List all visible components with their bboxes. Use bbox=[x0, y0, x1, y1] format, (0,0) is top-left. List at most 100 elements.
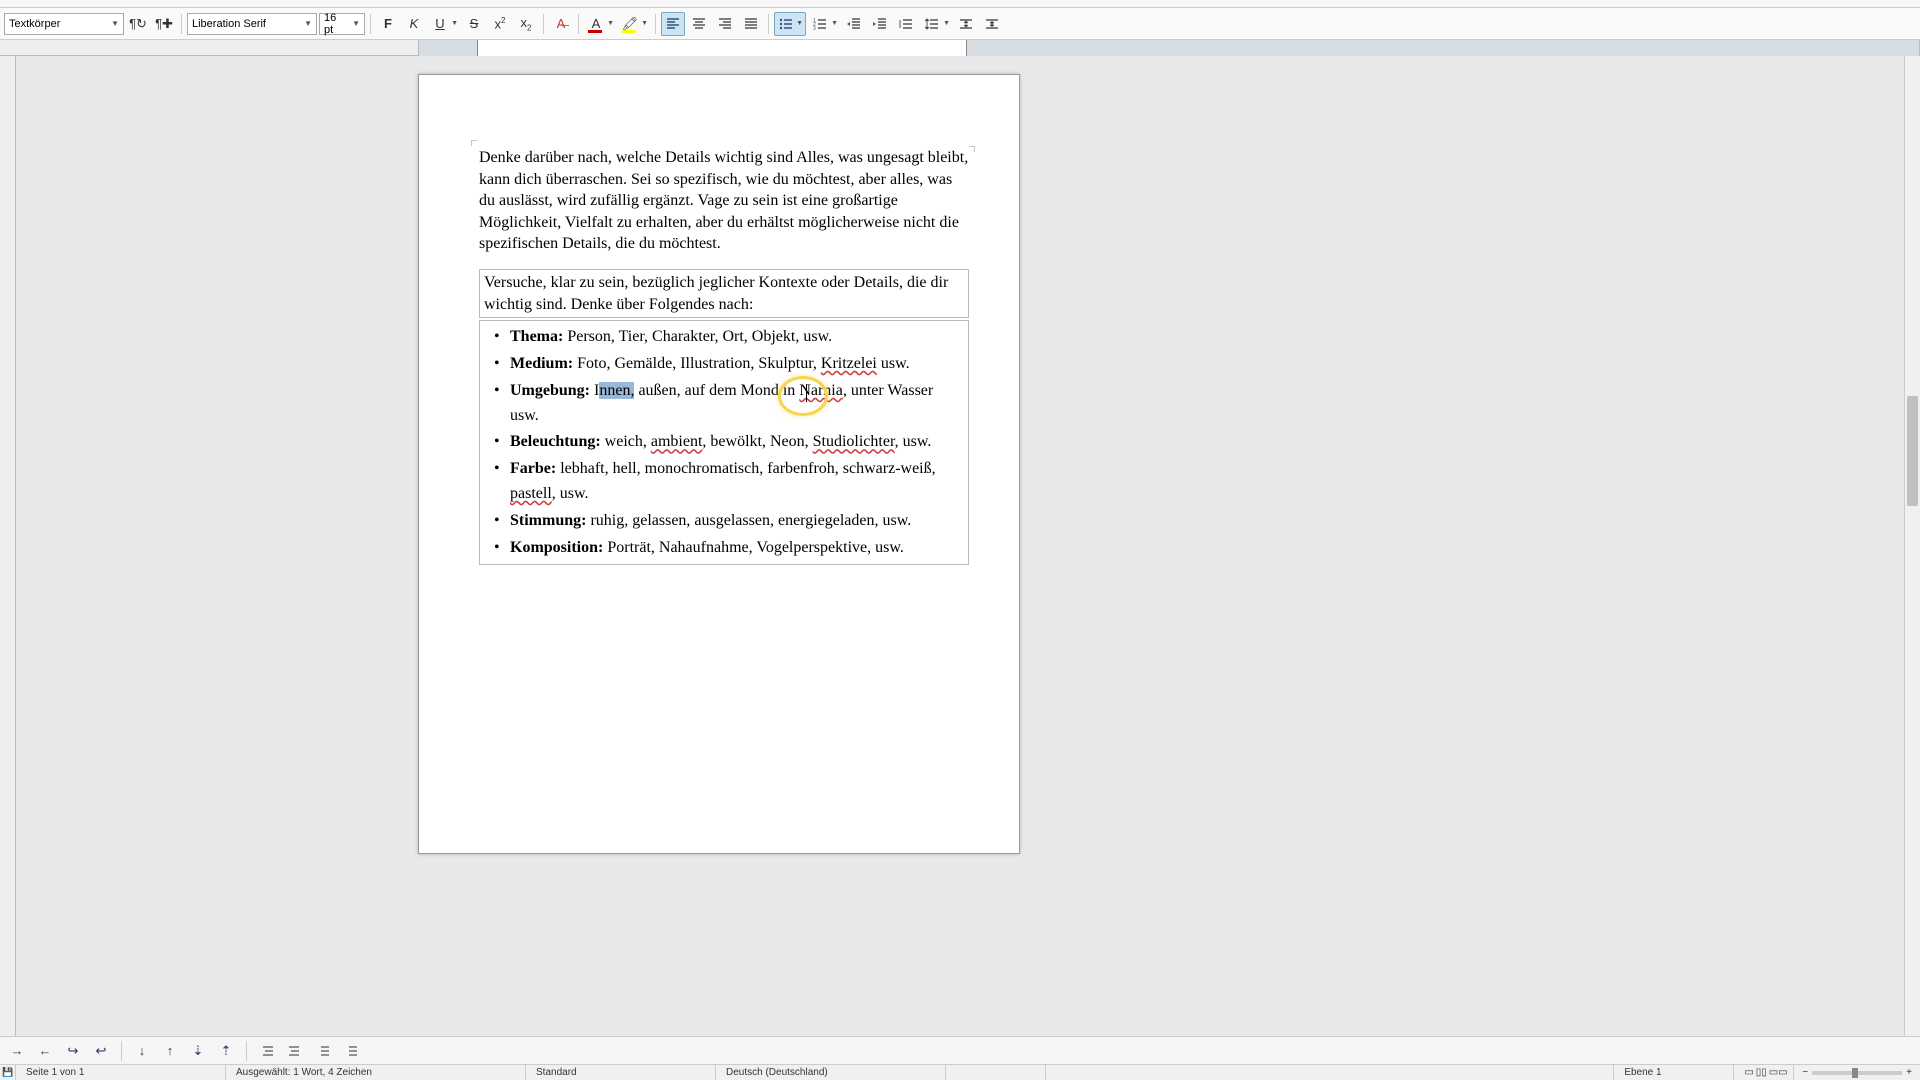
horizontal-ruler[interactable] bbox=[418, 40, 1920, 56]
paragraph-style-combo[interactable]: Textkörper ▼ bbox=[4, 13, 124, 35]
superscript-icon: x2 bbox=[495, 16, 506, 31]
bullet-list[interactable]: Thema: Person, Tier, Charakter, Ort, Obj… bbox=[479, 320, 969, 565]
font-color-button[interactable]: A▼ bbox=[584, 12, 616, 36]
superscript-button[interactable]: x2 bbox=[488, 12, 512, 36]
move-up-button[interactable] bbox=[312, 1040, 334, 1062]
ruler-left-margin bbox=[419, 40, 477, 56]
nav-forward-button[interactable]: → bbox=[6, 1040, 28, 1062]
move-down-button[interactable] bbox=[340, 1040, 362, 1062]
status-outline-level[interactable]: Ebene 1 bbox=[1614, 1065, 1734, 1080]
bullet-list-icon bbox=[778, 16, 794, 32]
scrollbar-thumb[interactable] bbox=[1907, 396, 1918, 506]
multi-page-view-icon[interactable]: ▯▯ bbox=[1756, 1067, 1767, 1078]
list-item-text: Porträt, Nahaufnahme, Vogelperspektive, … bbox=[603, 539, 904, 556]
list-item[interactable]: Stimmung: ruhig, gelassen, ausgelassen, … bbox=[482, 509, 962, 534]
chevron-down-icon: ▼ bbox=[796, 20, 803, 27]
list-item-text: Person, Tier, Charakter, Ort, Objekt, us… bbox=[563, 328, 832, 345]
chevron-down-icon: ▼ bbox=[641, 20, 648, 27]
align-justify-button[interactable] bbox=[739, 12, 763, 36]
indent-button[interactable] bbox=[868, 12, 892, 36]
list-item-label: Medium: bbox=[510, 355, 573, 372]
list-item-label: Stimmung: bbox=[510, 512, 586, 529]
increase-para-spacing-button[interactable] bbox=[894, 12, 918, 36]
nav-undo-nav-button[interactable]: ↩ bbox=[90, 1040, 112, 1062]
status-page-style[interactable]: Standard bbox=[526, 1065, 716, 1080]
list-item-text: weich, bbox=[601, 433, 651, 450]
underline-button[interactable]: U▼ bbox=[428, 12, 460, 36]
promote-button[interactable] bbox=[256, 1040, 278, 1062]
chevron-down-icon: ▼ bbox=[352, 19, 360, 28]
status-save-indicator[interactable]: 💾 bbox=[0, 1065, 16, 1080]
list-item[interactable]: Komposition: Porträt, Nahaufnahme, Vogel… bbox=[482, 536, 962, 561]
paragraph-spacing-increase-icon bbox=[898, 16, 914, 32]
increase-spacing-button[interactable] bbox=[954, 12, 978, 36]
line-spacing-button[interactable]: ▼ bbox=[920, 12, 952, 36]
bullet-list-button[interactable]: ▼ bbox=[774, 12, 806, 36]
document-page[interactable]: Denke darüber nach, welche Details wicht… bbox=[418, 74, 1020, 854]
list-item[interactable]: Umgebung: Innen, außen, auf dem Mond in … bbox=[482, 379, 962, 429]
bold-button[interactable]: F bbox=[376, 12, 400, 36]
spacing-increase-icon bbox=[958, 16, 974, 32]
align-right-button[interactable] bbox=[713, 12, 737, 36]
list-item-label: Thema: bbox=[510, 328, 563, 345]
nav-redo-nav-button[interactable]: ↪ bbox=[62, 1040, 84, 1062]
intro-paragraph-2[interactable]: Versuche, klar zu sein, bezüglich jeglic… bbox=[479, 269, 969, 318]
single-page-view-icon[interactable]: ▭ bbox=[1744, 1067, 1753, 1078]
strike-icon: S bbox=[470, 16, 479, 31]
zoom-out-button[interactable]: − bbox=[1802, 1067, 1808, 1078]
ruler-gutter bbox=[0, 40, 418, 55]
new-style-button[interactable]: ¶✚ bbox=[152, 12, 176, 36]
status-language[interactable]: Deutsch (Deutschland) bbox=[716, 1065, 946, 1080]
clear-formatting-button[interactable]: A̶ bbox=[549, 12, 573, 36]
strikethrough-button[interactable]: S bbox=[462, 12, 486, 36]
zoom-slider-thumb[interactable] bbox=[1852, 1068, 1858, 1078]
demote-icon bbox=[287, 1043, 303, 1059]
numbered-list-button[interactable]: 123 ▼ bbox=[808, 12, 840, 36]
status-insert-mode[interactable] bbox=[946, 1065, 1046, 1080]
book-view-icon[interactable]: ▭▭ bbox=[1769, 1067, 1788, 1078]
text-selection[interactable]: nnen, bbox=[599, 382, 634, 399]
font-size-combo[interactable]: 16 pt ▼ bbox=[319, 13, 365, 35]
italic-button[interactable]: K bbox=[402, 12, 426, 36]
status-language-text: Deutsch (Deutschland) bbox=[726, 1067, 828, 1078]
nav-back-button[interactable]: ← bbox=[34, 1040, 56, 1062]
nav-page-down-button[interactable]: ⇣ bbox=[187, 1040, 209, 1062]
nav-up-button[interactable]: ↑ bbox=[159, 1040, 181, 1062]
svg-text:3: 3 bbox=[813, 26, 816, 32]
status-selection[interactable]: Ausgewählt: 1 Wort, 4 Zeichen bbox=[226, 1065, 526, 1080]
intro-paragraph-1[interactable]: Denke darüber nach, welche Details wicht… bbox=[479, 147, 969, 255]
misspelled-word[interactable]: pastell bbox=[510, 485, 552, 502]
outdent-button[interactable] bbox=[842, 12, 866, 36]
misspelled-word[interactable]: Kritzelei bbox=[821, 355, 877, 372]
align-right-icon bbox=[717, 16, 733, 32]
zoom-slider[interactable] bbox=[1812, 1071, 1902, 1075]
ruler-row bbox=[0, 40, 1920, 56]
zoom-in-button[interactable]: + bbox=[1906, 1067, 1912, 1078]
misspelled-word[interactable]: ambient bbox=[651, 433, 703, 450]
misspelled-word[interactable]: Studiolichter bbox=[813, 433, 895, 450]
font-name-combo[interactable]: Liberation Serif ▼ bbox=[187, 13, 317, 35]
list-item[interactable]: Beleuchtung: weich, ambient, bewölkt, Ne… bbox=[482, 430, 962, 455]
list-item[interactable]: Farbe: lebhaft, hell, monochromatisch, f… bbox=[482, 457, 962, 507]
highlight-color-button[interactable]: 🖍▼ bbox=[618, 12, 650, 36]
document-content[interactable]: Denke darüber nach, welche Details wicht… bbox=[479, 147, 969, 565]
align-left-button[interactable] bbox=[661, 12, 685, 36]
document-workspace[interactable]: Denke darüber nach, welche Details wicht… bbox=[0, 56, 1920, 1052]
font-size-value: 16 pt bbox=[324, 12, 346, 36]
demote-button[interactable] bbox=[284, 1040, 306, 1062]
subscript-button[interactable]: x2 bbox=[514, 12, 538, 36]
update-style-button[interactable]: ¶↻ bbox=[126, 12, 150, 36]
status-view-buttons[interactable]: ▭ ▯▯ ▭▭ bbox=[1734, 1065, 1794, 1080]
list-item[interactable]: Thema: Person, Tier, Charakter, Ort, Obj… bbox=[482, 325, 962, 350]
text-caret bbox=[806, 384, 807, 402]
arrow-left-icon: ← bbox=[39, 1043, 52, 1058]
vertical-scrollbar[interactable] bbox=[1904, 56, 1920, 1036]
vertical-ruler[interactable] bbox=[0, 56, 16, 1052]
decrease-spacing-button[interactable] bbox=[980, 12, 1004, 36]
nav-down-button[interactable]: ↓ bbox=[131, 1040, 153, 1062]
arrow-right-icon: → bbox=[11, 1043, 24, 1058]
nav-page-up-button[interactable]: ⇡ bbox=[215, 1040, 237, 1062]
align-center-button[interactable] bbox=[687, 12, 711, 36]
list-item[interactable]: Medium: Foto, Gemälde, Illustration, Sku… bbox=[482, 352, 962, 377]
status-page[interactable]: Seite 1 von 1 bbox=[16, 1065, 226, 1080]
